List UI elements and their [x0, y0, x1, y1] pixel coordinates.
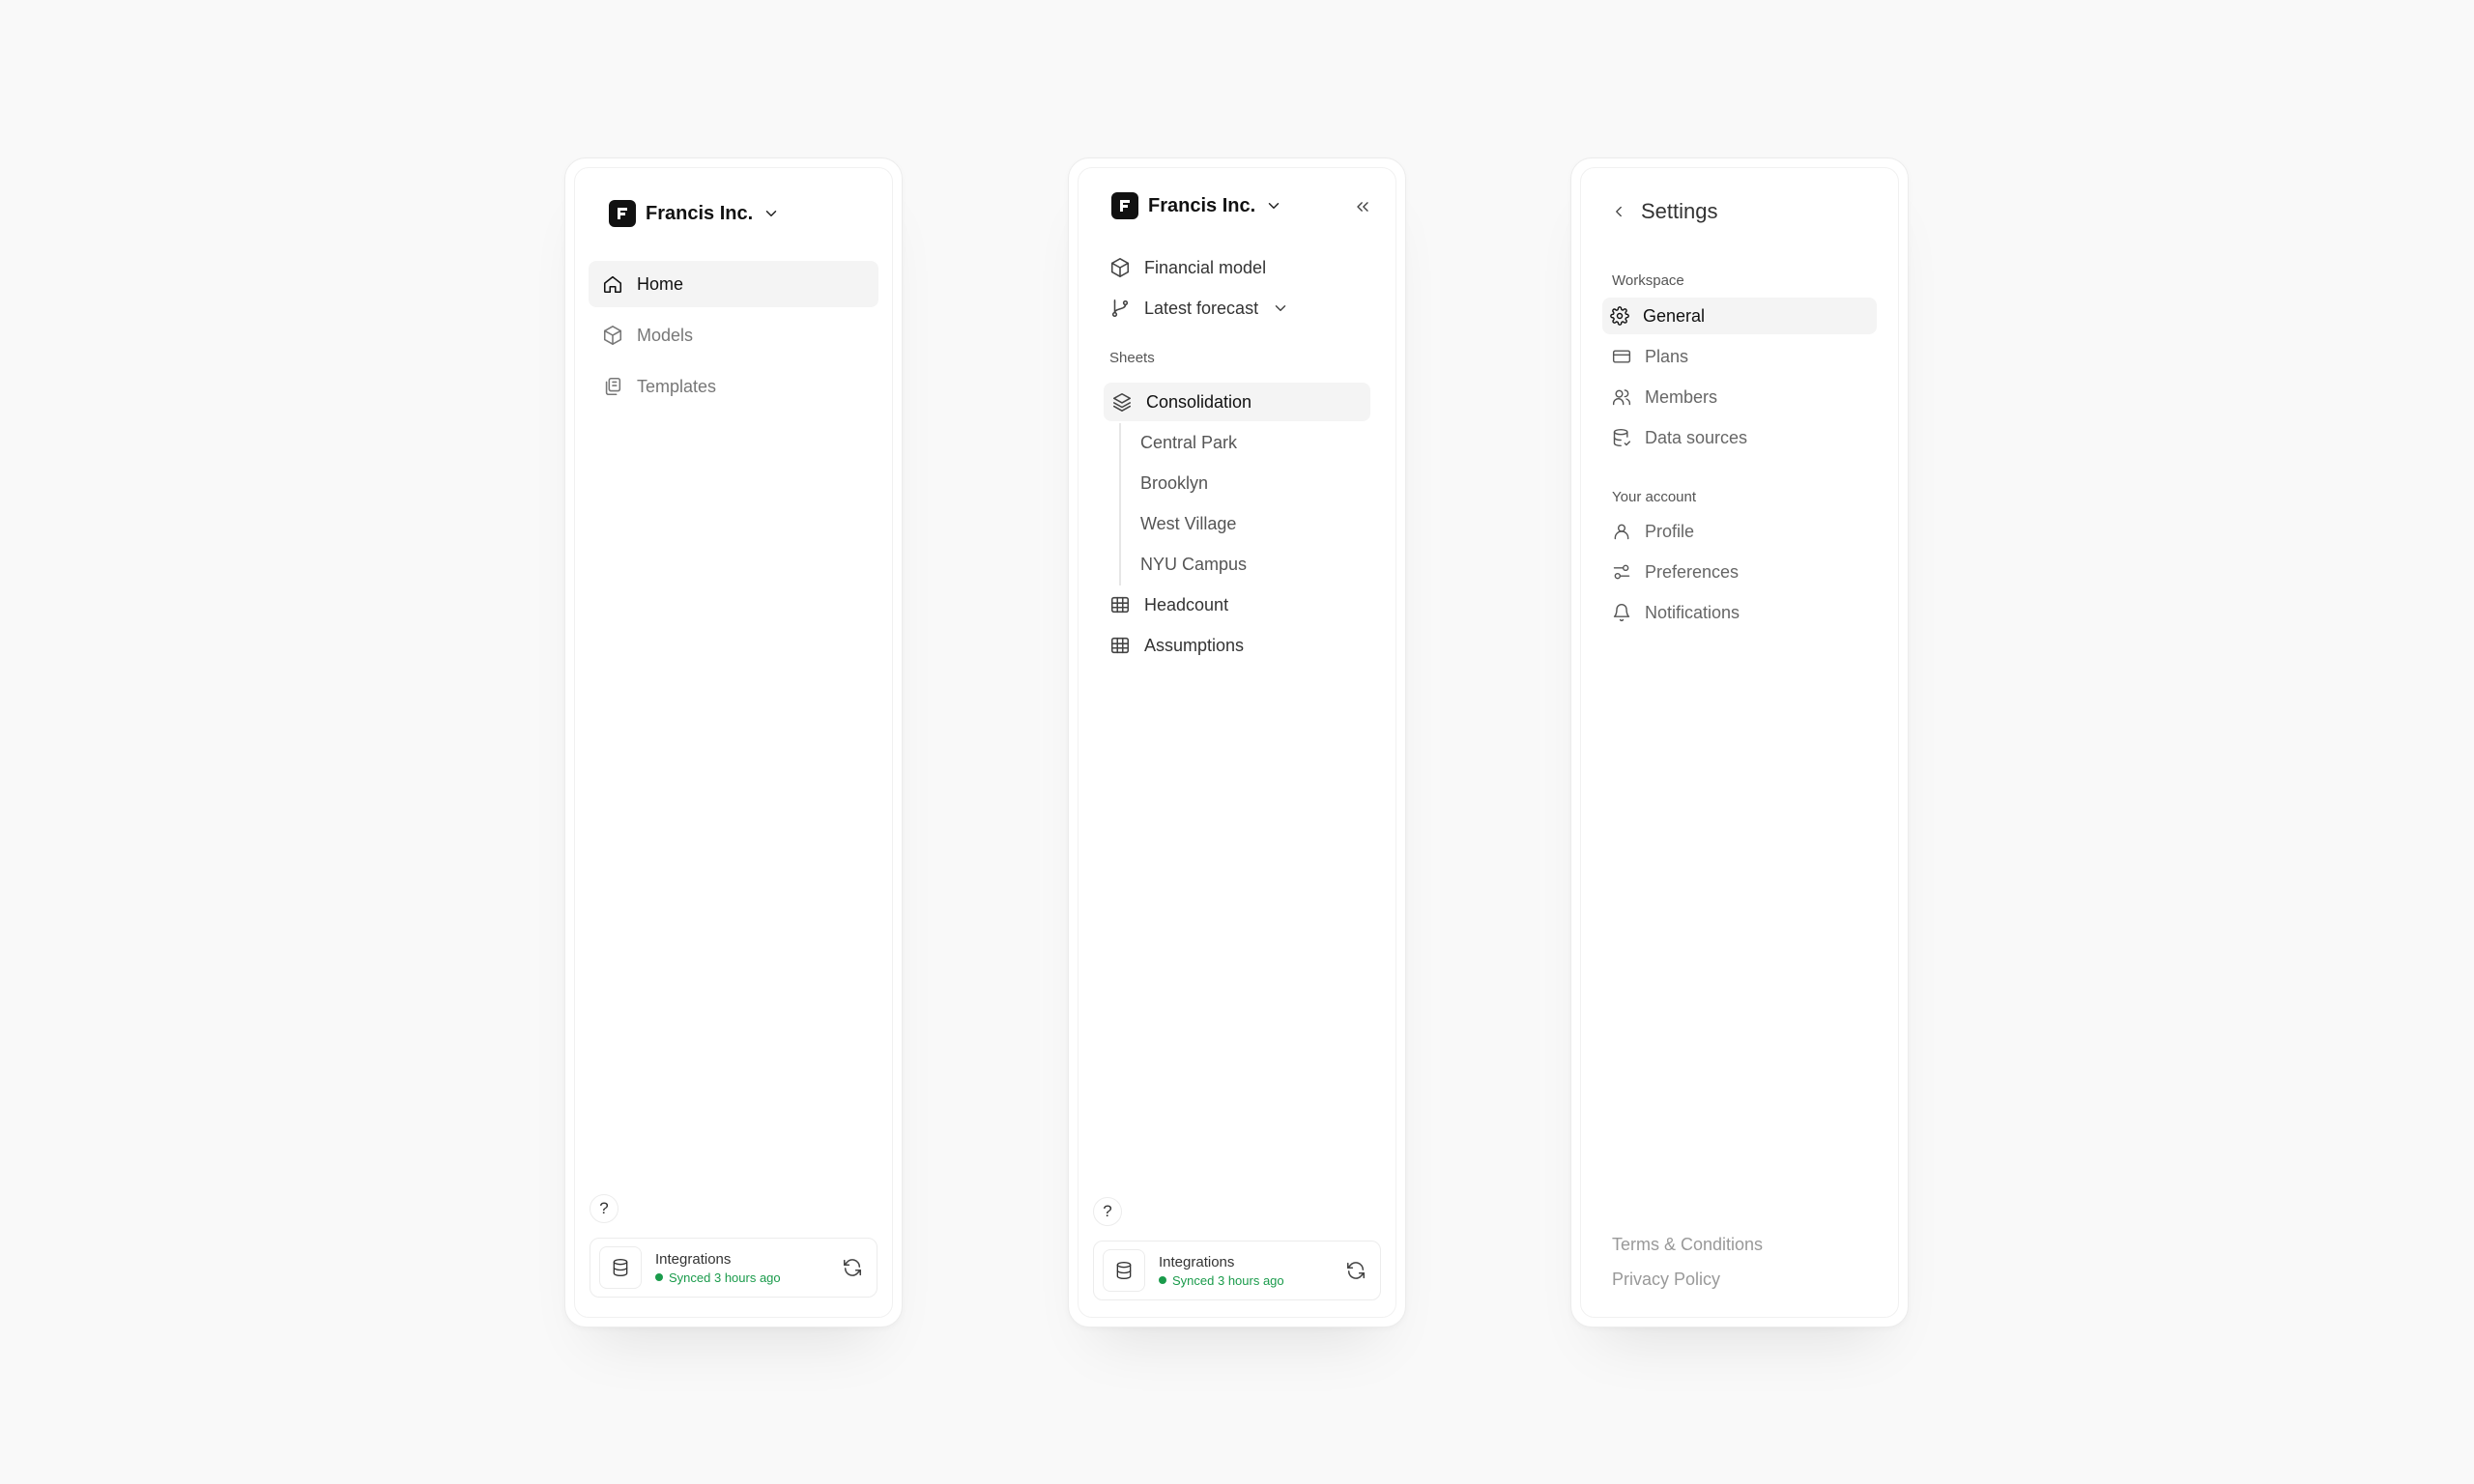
sheet-label: NYU Campus: [1140, 554, 1248, 574]
bell-icon: [1612, 603, 1631, 622]
privacy-link[interactable]: Privacy Policy: [1612, 1270, 1720, 1290]
database-icon: [1103, 1249, 1145, 1292]
users-icon: [1612, 387, 1631, 407]
status-dot: [1159, 1276, 1166, 1284]
settings-item-notifications[interactable]: Notifications: [1604, 594, 1875, 631]
settings-item-label: Notifications: [1645, 602, 1740, 622]
forecast-name: Latest forecast: [1144, 298, 1259, 318]
refresh-icon[interactable]: [1345, 1260, 1366, 1281]
integrations-title: Integrations: [1159, 1253, 1235, 1270]
sync-status: Synced 3 hours ago: [1159, 1273, 1345, 1288]
settings-item-label: Members: [1645, 386, 1718, 407]
sync-status-text: Synced 3 hours ago: [1172, 1272, 1284, 1288]
credit-card-icon: [1612, 347, 1631, 366]
model-name: Financial model: [1144, 257, 1267, 277]
templates-icon: [602, 376, 623, 397]
nav-item-label: Templates: [637, 376, 717, 396]
sidebar-settings-inner: Settings Workspace General Plans Members: [1580, 167, 1899, 1318]
nav-item-home[interactable]: Home: [589, 261, 878, 307]
help-button[interactable]: ?: [590, 1194, 618, 1223]
git-branch-icon: [1109, 298, 1131, 319]
nav-item-label: Models: [637, 325, 694, 345]
settings-back-button[interactable]: Settings: [1610, 199, 1718, 224]
integrations-card[interactable]: Integrations Synced 3 hours ago: [1093, 1241, 1381, 1300]
sheet-item-assumptions[interactable]: Assumptions: [1102, 626, 1372, 665]
sheet-label: Central Park: [1140, 432, 1238, 452]
financial-model-link[interactable]: Financial model: [1102, 248, 1372, 287]
sliders-icon: [1612, 562, 1631, 582]
chevron-down-icon: [1265, 197, 1282, 214]
sidebar-model-inner: Francis Inc. Financial model Latest fore…: [1078, 167, 1396, 1318]
workspace-name: Francis Inc.: [646, 202, 754, 224]
sheets-section-label: Sheets: [1109, 350, 1155, 366]
status-dot: [655, 1273, 663, 1281]
sidebar-settings: Settings Workspace General Plans Members: [1570, 157, 1909, 1327]
gear-icon: [1610, 306, 1629, 326]
sheet-item-nyu-campus[interactable]: NYU Campus: [1102, 545, 1372, 584]
terms-link[interactable]: Terms & Conditions: [1612, 1235, 1763, 1255]
chevron-down-icon: [1272, 300, 1289, 317]
sheet-label: Assumptions: [1144, 635, 1245, 655]
settings-item-label: Profile: [1645, 521, 1695, 541]
table-icon: [1109, 594, 1131, 615]
sheet-item-consolidation[interactable]: Consolidation: [1104, 383, 1370, 421]
sheet-item-central-park[interactable]: Central Park: [1102, 423, 1372, 462]
workspace-logo-icon: [609, 200, 636, 227]
settings-item-profile[interactable]: Profile: [1604, 513, 1875, 550]
sheet-label: West Village: [1140, 513, 1237, 533]
settings-item-label: Preferences: [1645, 561, 1740, 582]
sheet-label: Consolidation: [1146, 391, 1252, 412]
workspace-switcher[interactable]: Francis Inc.: [1111, 192, 1282, 219]
collapse-sidebar-icon[interactable]: [1353, 197, 1372, 216]
forecast-selector[interactable]: Latest forecast: [1102, 289, 1372, 328]
chevron-down-icon: [762, 205, 780, 222]
database-icon: [599, 1246, 642, 1289]
workspace-name: Francis Inc.: [1148, 194, 1256, 216]
sheet-label: Headcount: [1144, 594, 1229, 614]
workspace-switcher[interactable]: Francis Inc.: [609, 200, 780, 227]
database-icon: [1612, 428, 1631, 447]
help-icon: ?: [599, 1199, 609, 1217]
sync-status-text: Synced 3 hours ago: [669, 1270, 781, 1285]
integrations-title: Integrations: [655, 1250, 732, 1268]
settings-item-preferences[interactable]: Preferences: [1604, 554, 1875, 590]
nav-item-label: Home: [637, 273, 684, 294]
user-icon: [1612, 522, 1631, 541]
sidebar-home-inner: Francis Inc. Home Models Templates ? Int…: [574, 167, 893, 1318]
integrations-card[interactable]: Integrations Synced 3 hours ago: [590, 1238, 877, 1298]
settings-item-label: Plans: [1645, 346, 1689, 366]
sync-status: Synced 3 hours ago: [655, 1270, 842, 1285]
account-section-label: Your account: [1612, 489, 1697, 505]
settings-item-label: General: [1643, 305, 1706, 326]
help-button[interactable]: ?: [1093, 1197, 1122, 1226]
settings-item-label: Data sources: [1645, 427, 1748, 447]
settings-item-data-sources[interactable]: Data sources: [1604, 419, 1875, 456]
settings-item-plans[interactable]: Plans: [1604, 338, 1875, 375]
sheet-item-west-village[interactable]: West Village: [1102, 504, 1372, 543]
layers-icon: [1111, 391, 1133, 413]
cube-icon: [1109, 257, 1131, 278]
sidebar-model: Francis Inc. Financial model Latest fore…: [1068, 157, 1406, 1327]
workspace-section-label: Workspace: [1612, 272, 1684, 289]
home-icon: [602, 273, 623, 295]
workspace-logo-icon: [1111, 192, 1138, 219]
nav-item-models[interactable]: Models: [589, 312, 878, 358]
cube-icon: [602, 325, 623, 346]
chevron-left-icon: [1610, 203, 1627, 220]
settings-item-general[interactable]: General: [1602, 298, 1877, 334]
sidebar-home: Francis Inc. Home Models Templates ? Int…: [564, 157, 903, 1327]
sheet-item-headcount[interactable]: Headcount: [1102, 585, 1372, 624]
settings-item-members[interactable]: Members: [1604, 379, 1875, 415]
sheet-label: Brooklyn: [1140, 472, 1209, 493]
help-icon: ?: [1103, 1202, 1112, 1220]
refresh-icon[interactable]: [842, 1257, 863, 1278]
settings-title: Settings: [1641, 199, 1718, 223]
sheet-item-brooklyn[interactable]: Brooklyn: [1102, 464, 1372, 502]
nav-item-templates[interactable]: Templates: [589, 363, 878, 410]
table-icon: [1109, 635, 1131, 656]
